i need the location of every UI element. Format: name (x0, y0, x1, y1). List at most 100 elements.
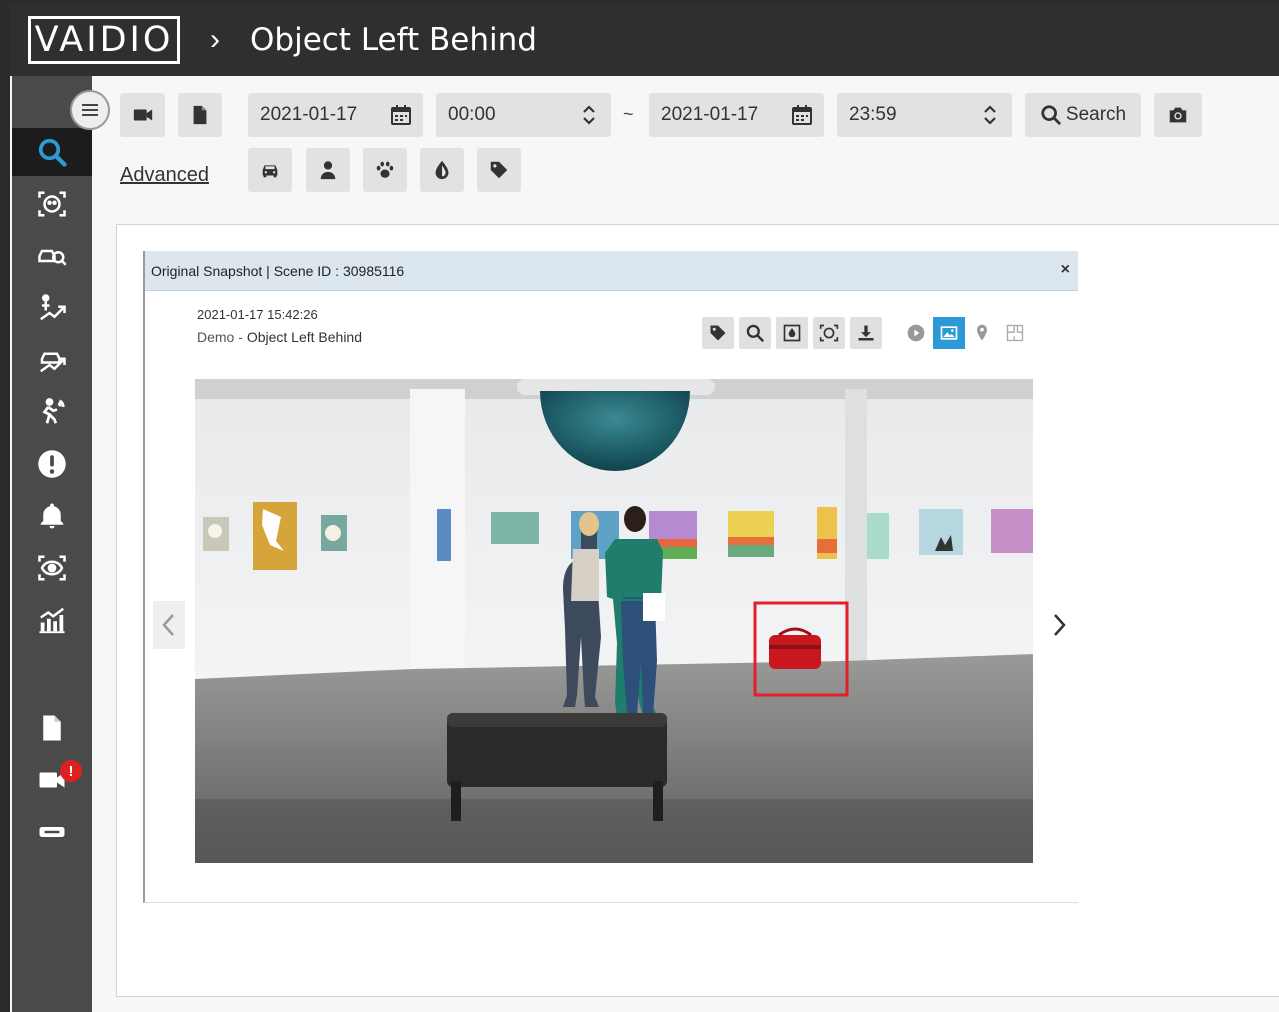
camera-icon (1169, 107, 1187, 123)
person-trend-icon (40, 294, 66, 321)
sidebar-item-reports[interactable] (12, 596, 92, 644)
sidebar-item-face[interactable] (12, 180, 92, 228)
sidebar-item-vehicle-traffic[interactable] (12, 336, 92, 384)
results-panel: Original Snapshot | Scene ID : 30985116 … (116, 224, 1279, 997)
end-time-field[interactable]: 23:59 (837, 93, 1012, 137)
calendar-icon[interactable] (389, 103, 413, 127)
end-date-field[interactable]: 2021-01-17 (649, 93, 824, 137)
camera-name: Demo (197, 329, 235, 345)
file-mode-button[interactable] (178, 93, 222, 137)
event-name: Object Left Behind (246, 329, 362, 345)
vehicle-trend-icon (40, 352, 66, 373)
video-mode-button[interactable] (120, 93, 165, 137)
face-scan-icon (38, 191, 66, 217)
sidebar: ! (12, 76, 92, 1012)
end-date-value: 2021-01-17 (661, 104, 759, 125)
filter-animal-button[interactable] (363, 148, 407, 192)
source-separator: - (234, 329, 247, 345)
close-icon[interactable]: × (1061, 261, 1070, 279)
play-view-button[interactable] (900, 317, 932, 349)
snapshot-image (195, 379, 1033, 863)
range-separator: ~ (623, 104, 634, 124)
bell-icon (40, 503, 64, 529)
video-camera-icon (133, 109, 152, 121)
start-date-field[interactable]: 2021-01-17 (248, 93, 423, 137)
page-title: Object Left Behind (250, 22, 537, 58)
sidebar-item-intrusion[interactable] (12, 388, 92, 436)
search-button-label: Search (1065, 104, 1127, 125)
start-time-field[interactable]: 00:00 (436, 93, 611, 137)
droplet-icon (435, 160, 449, 180)
sidebar-item-vehicle[interactable] (12, 232, 92, 280)
color-detect-button[interactable] (776, 317, 808, 349)
filter-color-button[interactable] (420, 148, 464, 192)
filter-tag-button[interactable] (477, 148, 521, 192)
time-spinner-icon[interactable] (978, 103, 1002, 127)
sidebar-item-search[interactable] (12, 128, 92, 176)
sidebar-item-monitor[interactable] (12, 544, 92, 592)
snapshot-button[interactable] (1154, 93, 1202, 137)
sidebar-item-files[interactable] (12, 704, 92, 752)
floorplan-view-button[interactable] (999, 317, 1031, 349)
snapshot-dialog-header: Original Snapshot | Scene ID : 30985116 (145, 251, 1078, 291)
snapshot-header-title: Original Snapshot | Scene ID : 30985116 (151, 262, 405, 279)
next-snapshot-button[interactable] (1043, 601, 1075, 649)
camera-alert-badge: ! (60, 760, 82, 782)
car-icon (262, 165, 278, 178)
chevron-right-icon (1054, 614, 1066, 636)
search-icon (38, 138, 67, 167)
image-view-button[interactable] (933, 317, 965, 349)
sidebar-item-alerts[interactable] (12, 440, 92, 488)
search-icon (1041, 105, 1061, 125)
advanced-link[interactable]: Advanced (120, 164, 209, 187)
device-icon (39, 827, 65, 837)
snapshot-timestamp: 2021-01-17 15:42:26 (197, 307, 318, 322)
previous-snapshot-button[interactable] (153, 601, 185, 649)
gallery-scene-image (195, 379, 1033, 863)
face-scan-icon (819, 324, 839, 342)
sidebar-item-cameras[interactable]: ! (12, 756, 92, 804)
map-pin-icon (977, 324, 987, 341)
top-bar: VAIDIO › Object Left Behind (10, 4, 1279, 76)
snapshot-source: Demo - Object Left Behind (197, 329, 362, 345)
droplet-frame-icon (783, 324, 801, 342)
tag-icon (490, 161, 508, 179)
calendar-icon[interactable] (790, 103, 814, 127)
start-time-value: 00:00 (448, 104, 496, 125)
menu-toggle-button[interactable] (70, 90, 110, 130)
exclamation-icon (38, 450, 66, 478)
document-icon (193, 105, 207, 125)
play-icon (907, 324, 925, 342)
app-window: VAIDIO › Object Left Behind ! 2021-01-17… (10, 4, 1279, 1012)
magnifier-icon (746, 324, 764, 342)
tag-button[interactable] (702, 317, 734, 349)
filter-person-button[interactable] (306, 148, 350, 192)
person-icon (320, 161, 336, 180)
image-icon (940, 326, 958, 340)
sidebar-item-devices[interactable] (12, 808, 92, 856)
search-button[interactable]: Search (1025, 93, 1141, 137)
chevron-left-icon (162, 614, 174, 636)
time-spinner-icon[interactable] (577, 103, 601, 127)
hamburger-icon (82, 104, 98, 116)
start-date-value: 2021-01-17 (260, 104, 358, 125)
download-button[interactable] (850, 317, 882, 349)
eye-scan-icon (38, 555, 66, 581)
breadcrumb-separator: › (210, 23, 220, 56)
tag-icon (710, 325, 726, 341)
face-detect-button[interactable] (813, 317, 845, 349)
zoom-button[interactable] (739, 317, 771, 349)
vehicle-search-icon (38, 249, 67, 266)
end-time-value: 23:59 (849, 104, 897, 125)
floorplan-icon (1006, 324, 1024, 342)
map-view-button[interactable] (966, 317, 998, 349)
sidebar-item-notifications[interactable] (12, 492, 92, 540)
paw-icon (376, 161, 394, 178)
running-person-icon (42, 398, 65, 424)
snapshot-dialog: Original Snapshot | Scene ID : 30985116 … (143, 251, 1078, 903)
analytics-chart-icon (39, 607, 65, 634)
sidebar-item-person-traffic[interactable] (12, 284, 92, 332)
filter-vehicle-button[interactable] (248, 148, 292, 192)
vaidio-logo[interactable]: VAIDIO (28, 16, 180, 64)
document-icon (43, 715, 61, 741)
